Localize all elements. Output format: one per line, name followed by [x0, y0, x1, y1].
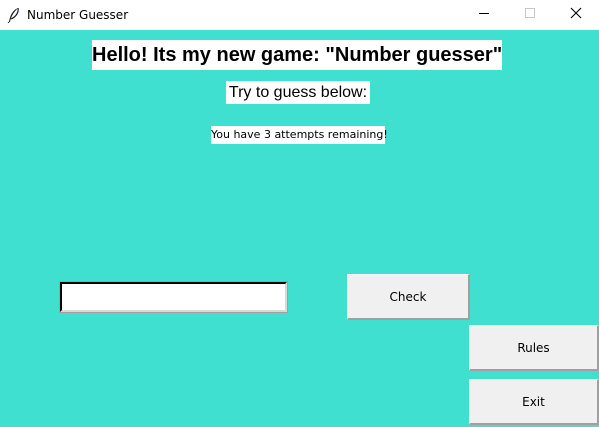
heading-label: Hello! Its my new game: "Number guesser"	[92, 40, 502, 70]
window-title: Number Guesser	[27, 8, 129, 22]
title-bar[interactable]: Number Guesser	[0, 0, 599, 30]
close-button[interactable]	[553, 0, 599, 30]
guess-input[interactable]	[59, 281, 288, 313]
minimize-button[interactable]	[461, 0, 507, 30]
maximize-button[interactable]	[507, 0, 553, 30]
feather-icon	[7, 7, 21, 24]
attempts-label: You have 3 attempts remaining!	[211, 126, 388, 144]
subheading-label: Try to guess below:	[226, 81, 370, 104]
close-icon	[570, 6, 582, 24]
rules-button[interactable]: Rules	[469, 325, 599, 371]
exit-button[interactable]: Exit	[469, 379, 599, 425]
maximize-icon	[524, 6, 536, 24]
minimize-icon	[478, 6, 490, 24]
check-button[interactable]: Check	[347, 274, 470, 320]
